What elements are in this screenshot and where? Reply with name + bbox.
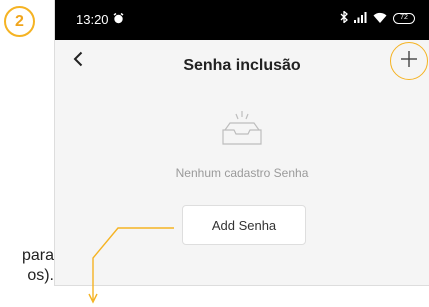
annotated-screenshot: 2 para os). 13:20 72 Senha inclusão Nenh… <box>0 0 429 307</box>
step-number: 2 <box>15 12 24 30</box>
add-button[interactable] <box>390 42 428 80</box>
side-instruction-line-2: os). <box>27 267 54 284</box>
status-time-group: 13:20 <box>76 12 124 27</box>
side-instruction-line-1: para <box>21 247 54 264</box>
phone-screen: 13:20 72 Senha inclusão Nenhum cadastro … <box>54 0 429 286</box>
empty-tray-icon <box>219 104 265 157</box>
plus-icon <box>399 49 419 74</box>
battery-level: 72 <box>400 14 408 21</box>
add-senha-button[interactable]: Add Senha <box>182 205 306 245</box>
signal-icon <box>354 11 367 26</box>
status-icons: 72 <box>340 10 415 26</box>
alarm-icon <box>113 12 124 27</box>
wifi-icon <box>373 11 387 26</box>
status-bar: 13:20 72 <box>55 0 429 40</box>
down-arrow-icon <box>88 293 98 304</box>
navigation-bar: Senha inclusão <box>55 40 429 88</box>
bluetooth-icon <box>340 10 348 26</box>
battery-icon: 72 <box>393 13 415 24</box>
status-time: 13:20 <box>76 12 109 27</box>
step-number-badge: 2 <box>4 6 35 37</box>
empty-state-message: Nenhum cadastro Senha <box>175 166 309 180</box>
page-title: Senha inclusão <box>183 57 301 74</box>
